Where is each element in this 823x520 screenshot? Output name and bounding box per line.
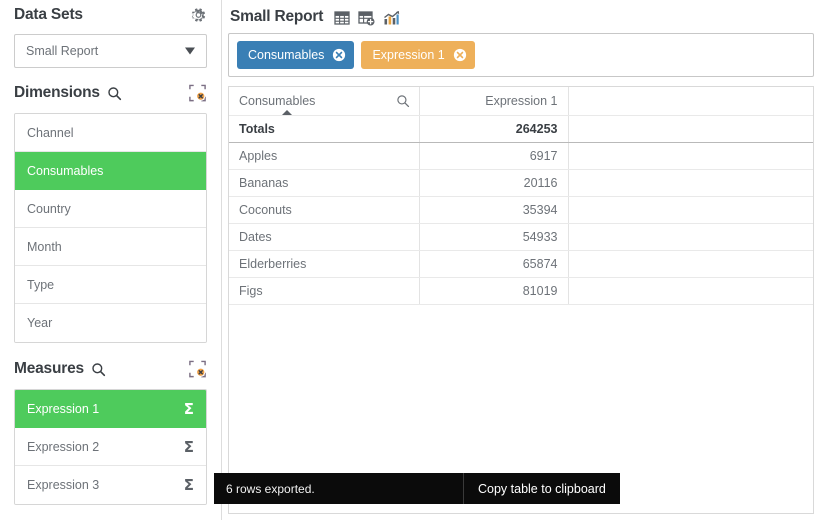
- page-title: Small Report: [230, 8, 324, 25]
- export-toast: 6 rows exported. Copy table to clipboard: [214, 473, 620, 504]
- column-header-label: Expression 1: [485, 93, 558, 108]
- totals-label: Totals: [229, 115, 420, 143]
- sigma-icon: Σ: [183, 437, 194, 456]
- dimension-label: Month: [27, 239, 62, 254]
- dataset-select-value: Small Report: [26, 44, 99, 58]
- app-root: Data Sets Small Report Dimensions Channe…: [0, 0, 823, 520]
- dimensions-list: Channel Consumables Country Month Type Y…: [14, 113, 207, 343]
- table-row-totals: Totals 264253: [229, 115, 813, 143]
- sort-ascending-icon: [281, 109, 293, 114]
- chip-expression-1[interactable]: Expression 1: [361, 41, 475, 69]
- cell-measure: 20116: [419, 169, 569, 197]
- remove-chip-icon[interactable]: [332, 48, 346, 62]
- dataset-select[interactable]: Small Report: [14, 34, 207, 68]
- cell-measure: 6917: [419, 142, 569, 170]
- report-header: Small Report: [222, 0, 823, 32]
- report-table-container: Consumables Expression 1 Totals 264253 A…: [228, 86, 814, 514]
- add-table-icon[interactable]: [358, 10, 375, 26]
- cell-pad: [568, 196, 813, 224]
- measures-title: Measures: [14, 360, 84, 377]
- cell-dimension[interactable]: Elderberries: [229, 250, 420, 278]
- table-row[interactable]: Elderberries 65874: [229, 250, 813, 278]
- main-panel: Small Report Consumables Expression 1 Co…: [222, 0, 823, 520]
- table-row[interactable]: Figs 81019: [229, 277, 813, 305]
- measure-label: Expression 1: [27, 401, 100, 416]
- dimensions-header: Dimensions: [14, 78, 207, 108]
- column-header-empty: [568, 87, 813, 116]
- chart-view-icon[interactable]: [383, 10, 400, 26]
- dimension-item-channel[interactable]: Channel: [15, 114, 206, 152]
- chip-consumables[interactable]: Consumables: [237, 41, 355, 69]
- dimension-item-month[interactable]: Month: [15, 228, 206, 266]
- cell-measure: 81019: [419, 277, 569, 305]
- search-icon[interactable]: [107, 86, 122, 101]
- totals-pad: [568, 115, 813, 143]
- table-header-row: Consumables Expression 1: [229, 87, 813, 116]
- datasets-title: Data Sets: [14, 6, 83, 23]
- cell-pad: [568, 277, 813, 305]
- dimension-label: Country: [27, 201, 71, 216]
- table-row[interactable]: Coconuts 35394: [229, 196, 813, 224]
- cell-pad: [568, 169, 813, 197]
- gear-icon[interactable]: [190, 7, 207, 24]
- column-header-label: Consumables: [239, 93, 316, 108]
- chevron-down-icon: [185, 47, 195, 55]
- cell-dimension[interactable]: Apples: [229, 142, 420, 170]
- dimension-label: Type: [27, 277, 55, 292]
- dimension-item-type[interactable]: Type: [15, 266, 206, 304]
- clear-selection-icon[interactable]: [188, 84, 207, 103]
- table-row[interactable]: Dates 54933: [229, 223, 813, 251]
- dimension-item-country[interactable]: Country: [15, 190, 206, 228]
- dimension-label: Year: [27, 316, 53, 330]
- measures-header: Measures: [14, 354, 207, 384]
- dimension-item-year[interactable]: Year: [15, 304, 206, 342]
- measure-item-expression-1[interactable]: Expression 1 Σ: [15, 390, 206, 428]
- cell-pad: [568, 250, 813, 278]
- search-icon[interactable]: [91, 362, 106, 377]
- cell-dimension[interactable]: Figs: [229, 277, 420, 305]
- dimension-label: Channel: [27, 125, 74, 140]
- column-header-expression-1[interactable]: Expression 1: [419, 87, 569, 116]
- measure-label: Expression 3: [27, 478, 100, 492]
- remove-chip-icon[interactable]: [453, 48, 467, 62]
- cell-measure: 35394: [419, 196, 569, 224]
- measure-item-expression-3[interactable]: Expression 3 Σ: [15, 466, 206, 504]
- copy-table-to-clipboard-button[interactable]: Copy table to clipboard: [463, 473, 620, 504]
- toast-message: 6 rows exported.: [226, 481, 315, 496]
- table-row[interactable]: Apples 6917: [229, 142, 813, 170]
- sigma-icon: Σ: [183, 476, 194, 494]
- cell-dimension[interactable]: Bananas: [229, 169, 420, 197]
- report-table: Consumables Expression 1 Totals 264253 A…: [229, 87, 813, 305]
- column-header-consumables[interactable]: Consumables: [229, 87, 420, 116]
- cell-measure: 54933: [419, 223, 569, 251]
- datasets-header: Data Sets: [14, 0, 207, 30]
- table-view-icon[interactable]: [334, 10, 350, 26]
- clear-selection-icon[interactable]: [188, 360, 207, 379]
- measures-list: Expression 1 Σ Expression 2 Σ Expression…: [14, 389, 207, 505]
- report-header-icons: [334, 10, 400, 26]
- chip-label: Expression 1: [372, 48, 445, 62]
- chip-label: Consumables: [248, 48, 325, 62]
- cell-measure: 65874: [419, 250, 569, 278]
- measure-item-expression-2[interactable]: Expression 2 Σ: [15, 428, 206, 466]
- sigma-icon: Σ: [183, 399, 194, 418]
- table-row[interactable]: Bananas 20116: [229, 169, 813, 197]
- cell-dimension[interactable]: Coconuts: [229, 196, 420, 224]
- search-icon[interactable]: [396, 94, 410, 108]
- totals-value: 264253: [419, 115, 569, 143]
- cell-pad: [568, 142, 813, 170]
- dimensions-title: Dimensions: [14, 84, 100, 101]
- dimension-item-consumables[interactable]: Consumables: [15, 152, 206, 190]
- measure-label: Expression 2: [27, 439, 100, 454]
- sidebar: Data Sets Small Report Dimensions Channe…: [0, 0, 222, 520]
- dimension-label: Consumables: [27, 163, 104, 178]
- cell-dimension[interactable]: Dates: [229, 223, 420, 251]
- cell-pad: [568, 223, 813, 251]
- selection-chips-bar: Consumables Expression 1: [228, 33, 814, 77]
